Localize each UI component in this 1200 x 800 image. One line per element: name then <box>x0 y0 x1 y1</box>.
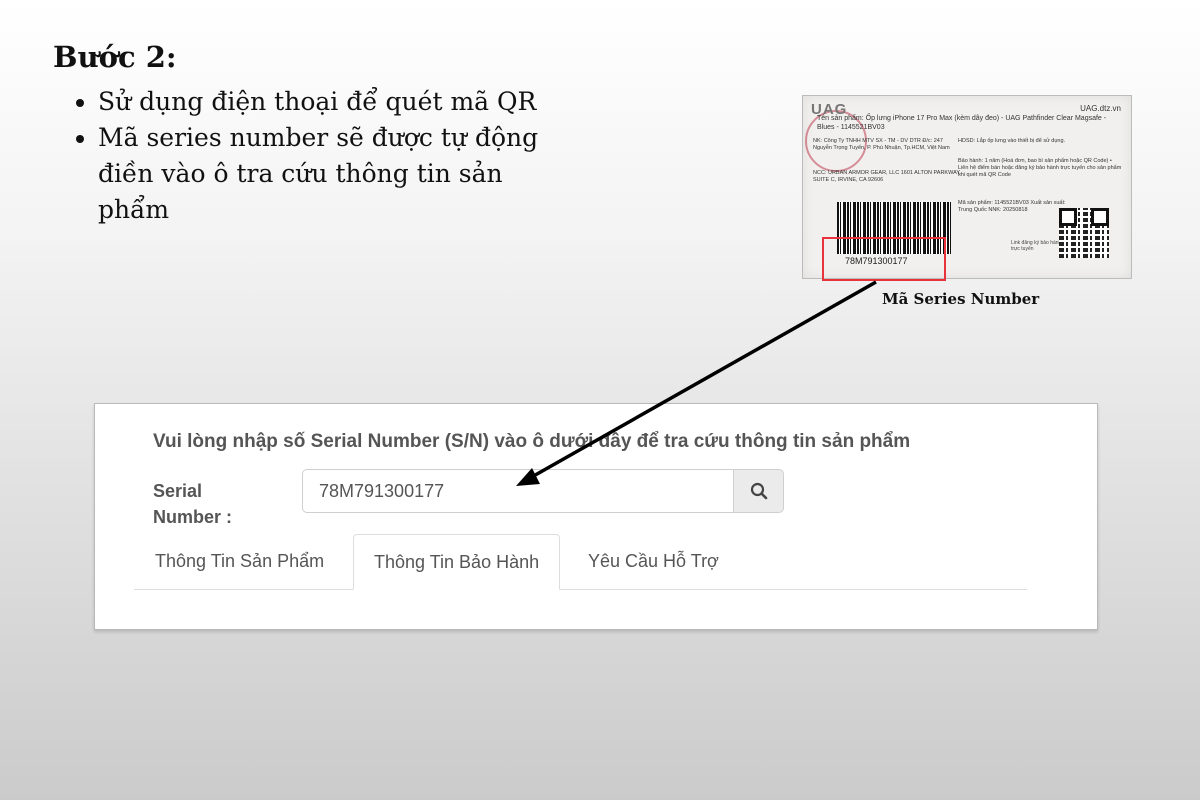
step-title: Bước 2: <box>53 40 177 74</box>
instruction-item: Sử dụng điện thoại để quét mã QR <box>98 84 548 120</box>
tab-product-info[interactable]: Thông Tin Sản Phẩm <box>155 534 324 589</box>
serial-number-input[interactable] <box>302 469 733 513</box>
lookup-prompt: Vui lòng nhập số Serial Number (S/N) vào… <box>153 431 911 452</box>
tab-support-request[interactable]: Yêu Cầu Hỗ Trợ <box>588 534 719 589</box>
label-website: UAG.dtz.vn <box>1080 104 1121 113</box>
label-manufacturer: NCC: URBAN ARMOR GEAR, LLC 1601 ALTON PA… <box>813 170 961 183</box>
tab-warranty-info[interactable]: Thông Tin Bảo Hành <box>353 534 561 590</box>
qr-code-icon <box>1059 208 1109 258</box>
label-importer: NK: Công Ty TNHH MTV SX - TM - DV DTR Đ/… <box>813 138 950 151</box>
series-number-caption: Mã Series Number <box>882 290 1040 308</box>
label-usage: HDSD: Lắp ốp lưng vào thiết bị để sử dụn… <box>958 138 1066 144</box>
label-product-name: Tên sản phẩm: Ốp lưng iPhone 17 Pro Max … <box>817 115 1107 131</box>
instruction-item: Mã series number sẽ được tự động điền và… <box>98 120 548 228</box>
serial-lookup-panel: Vui lòng nhập số Serial Number (S/N) vào… <box>94 403 1098 630</box>
label-product-code: Mã sản phẩm: 1145521BV03 Xuất sản xuất: … <box>958 200 1066 213</box>
instruction-list: Sử dụng điện thoại để quét mã QR Mã seri… <box>58 84 548 228</box>
serial-highlight-box <box>822 237 946 281</box>
search-icon <box>750 482 767 500</box>
label-warranty: Bảo hành: 1 năm (Hoá đơn, bao bì sản phẩ… <box>958 158 1122 178</box>
serial-number-label: Serial Number : <box>153 481 233 527</box>
info-tabs: Thông Tin Sản Phẩm Thông Tin Bảo Hành Yê… <box>134 534 1027 590</box>
search-button[interactable] <box>733 469 784 513</box>
